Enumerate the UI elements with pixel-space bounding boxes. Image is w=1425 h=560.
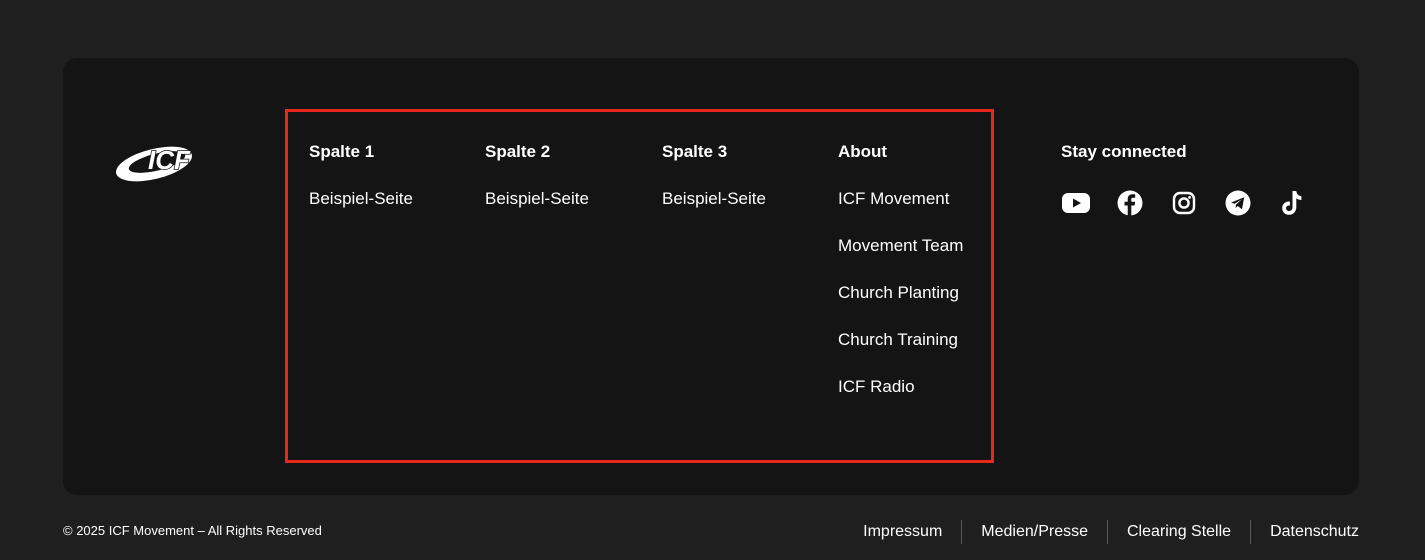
impressum-link[interactable]: Impressum (863, 522, 942, 542)
bottom-bar: © 2025 ICF Movement – All Rights Reserve… (63, 520, 1359, 544)
footer-link-icf-radio[interactable]: ICF Radio (838, 377, 963, 397)
footer-link-movement-team[interactable]: Movement Team (838, 236, 963, 256)
social-title: Stay connected (1061, 142, 1187, 161)
footer-column-1: Spalte 1 Beispiel-Seite (309, 142, 413, 236)
footer-card: ICF Spalte 1 Beispiel-Seite Spalte 2 Bei… (63, 58, 1359, 495)
column-title: Spalte 3 (662, 142, 728, 161)
medien-presse-link[interactable]: Medien/Presse (981, 522, 1088, 542)
datenschutz-link[interactable]: Datenschutz (1270, 522, 1359, 542)
tiktok-icon[interactable] (1277, 188, 1307, 218)
legal-links: Impressum Medien/Presse Clearing Stelle … (863, 520, 1359, 544)
column-title: Spalte 2 (485, 142, 551, 161)
social-icons (1061, 188, 1331, 218)
column-title: Spalte 1 (309, 142, 375, 161)
telegram-icon[interactable] (1223, 188, 1253, 218)
footer-column-3: Spalte 3 Beispiel-Seite (662, 142, 766, 236)
logo-text: ICF (148, 145, 191, 175)
column-title: About (838, 142, 888, 161)
footer-link[interactable]: Beispiel-Seite (662, 189, 766, 209)
footer-link[interactable]: Beispiel-Seite (485, 189, 589, 209)
clearing-stelle-link[interactable]: Clearing Stelle (1127, 522, 1231, 542)
divider (1107, 520, 1108, 544)
footer-link-church-planting[interactable]: Church Planting (838, 283, 963, 303)
facebook-icon[interactable] (1115, 188, 1145, 218)
footer-column-2: Spalte 2 Beispiel-Seite (485, 142, 589, 236)
copyright-text: © 2025 ICF Movement – All Rights Reserve… (63, 523, 322, 538)
social-section: Stay connected (1061, 142, 1331, 218)
footer-link-church-training[interactable]: Church Training (838, 330, 963, 350)
footer-link-icf-movement[interactable]: ICF Movement (838, 189, 963, 209)
youtube-icon[interactable] (1061, 188, 1091, 218)
divider (1250, 520, 1252, 544)
footer-column-about: About ICF Movement Movement Team Church … (838, 142, 963, 424)
instagram-icon[interactable] (1169, 188, 1199, 218)
footer-link[interactable]: Beispiel-Seite (309, 189, 413, 209)
icf-logo[interactable]: ICF (114, 140, 204, 184)
divider (961, 520, 963, 544)
